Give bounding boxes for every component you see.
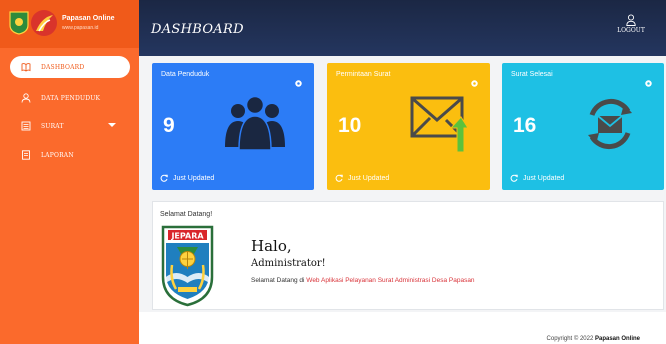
footer: Copyright © 2022 Papasan Online xyxy=(139,312,666,344)
gear-icon[interactable] xyxy=(470,79,479,88)
sidebar-item-label: Laporan xyxy=(41,151,74,159)
card-footer-label: Just Updated xyxy=(523,174,565,182)
user-icon xyxy=(21,93,31,103)
sidebar-item-laporan[interactable]: Laporan xyxy=(10,144,130,166)
regency-crest-logo xyxy=(9,11,29,35)
card-value: 9 xyxy=(163,114,175,137)
users-icon xyxy=(225,95,285,150)
user-icon xyxy=(626,14,636,26)
card-title: Surat Selesai xyxy=(511,71,553,78)
papasan-logo xyxy=(31,10,57,36)
welcome-message-prefix: Selamat Datang di xyxy=(251,277,307,284)
card-data-penduduk[interactable]: Data Penduduk 9 Just Updated xyxy=(152,63,314,190)
card-permintaan-surat[interactable]: Permintaan Surat 10 Just Updated xyxy=(327,63,490,190)
card-footer-label: Just Updated xyxy=(173,174,215,182)
logout-label: Logout xyxy=(617,27,645,34)
card-footer: Just Updated xyxy=(335,174,389,182)
envelope-sync-icon xyxy=(588,98,632,150)
sidebar-item-surat[interactable]: Surat xyxy=(10,115,130,137)
logout-button[interactable]: Logout xyxy=(614,14,648,34)
card-footer: Just Updated xyxy=(160,174,214,182)
copyright-prefix: Copyright © 2022 xyxy=(546,336,595,342)
sidebar: Papasan Online www.papasan.id Dashboard … xyxy=(0,0,139,344)
chevron-down-icon[interactable] xyxy=(108,123,116,127)
card-footer-label: Just Updated xyxy=(348,174,390,182)
card-value: 16 xyxy=(513,114,537,137)
book-open-icon xyxy=(21,63,31,72)
envelope-upload-icon xyxy=(410,96,468,153)
refresh-icon xyxy=(335,174,343,182)
card-surat-selesai[interactable]: Surat Selesai 16 Just Updated xyxy=(502,63,664,190)
sidebar-item-dashboard[interactable]: Dashboard xyxy=(10,56,130,78)
refresh-icon xyxy=(510,174,518,182)
welcome-message: Selamat Datang di Web Aplikasi Pelayanan… xyxy=(251,277,475,284)
card-title: Data Penduduk xyxy=(161,71,210,78)
sidebar-item-label: Data Penduduk xyxy=(41,94,101,102)
document-icon xyxy=(22,150,30,160)
copyright: Copyright © 2022 Papasan Online xyxy=(547,336,640,342)
app-link[interactable]: Web Aplikasi Pelayanan Surat Administras… xyxy=(306,277,474,284)
page-title: DASHBOARD xyxy=(151,22,244,37)
refresh-icon xyxy=(160,174,168,182)
svg-text:JEPARA: JEPARA xyxy=(170,231,204,240)
brand-subtitle: www.papasan.id xyxy=(62,25,99,31)
greeting: Halo, xyxy=(251,237,292,255)
sidebar-item-label: Dashboard xyxy=(41,63,85,71)
copyright-brand: Papasan Online xyxy=(594,336,640,342)
welcome-heading: Selamat Datang! xyxy=(160,211,213,218)
card-value: 10 xyxy=(338,114,362,137)
gear-icon[interactable] xyxy=(644,79,653,88)
welcome-panel: Selamat Datang! JEPARA Halo, Administrat… xyxy=(152,201,664,310)
brand-title: Papasan Online xyxy=(62,15,115,22)
card-title: Permintaan Surat xyxy=(336,71,391,78)
sidebar-item-data-penduduk[interactable]: Data Penduduk xyxy=(10,87,130,109)
card-footer: Just Updated xyxy=(510,174,564,182)
top-header: DASHBOARD Logout xyxy=(139,0,666,56)
gear-icon[interactable] xyxy=(294,79,303,88)
jepara-crest-logo: JEPARA xyxy=(161,225,214,307)
brand-bar: Papasan Online www.papasan.id xyxy=(0,0,139,48)
sidebar-item-label: Surat xyxy=(41,122,64,130)
user-name: Administrator! xyxy=(251,258,326,269)
list-icon xyxy=(21,121,31,131)
